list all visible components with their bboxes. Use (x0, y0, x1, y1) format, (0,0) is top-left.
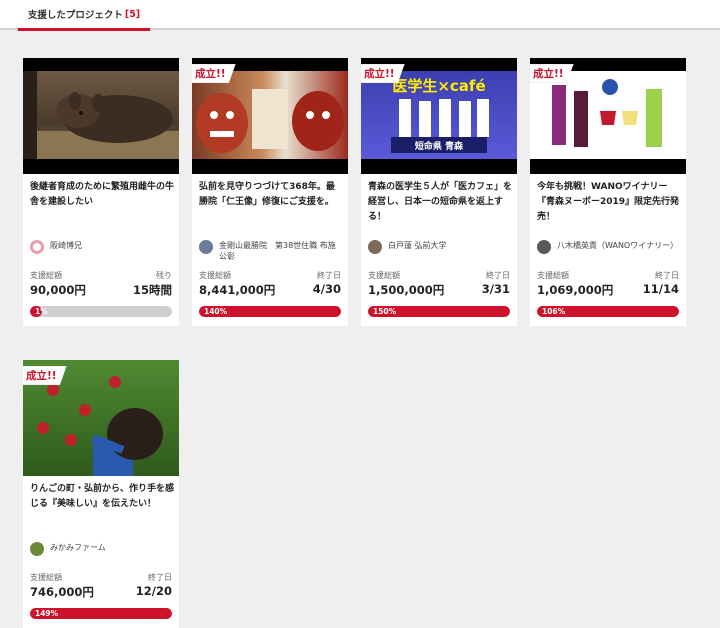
progress-fill: 149% (30, 608, 172, 619)
tab-label: 支援したプロジェクト (27, 10, 123, 21)
project-stats: 支援総額 1,500,000円 終了日 3/31 (368, 270, 510, 298)
project-thumbnail[interactable] (23, 58, 179, 174)
project-thumbnail[interactable]: 成立!! (23, 360, 179, 476)
project-title[interactable]: 弘前を見守りつづけて368年。最勝院「仁王像」修復にご支援を。 (199, 180, 343, 210)
project-card[interactable]: 成立!! りんごの町・弘前から、作り手を感じる『美味しい』を伝えたい！ みかみフ… (23, 360, 179, 628)
tab-supported-projects[interactable]: 支援したプロジェクト [5] (18, 0, 150, 31)
project-thumbnail[interactable]: 成立!! (192, 58, 348, 174)
progress-fill: 1% (30, 306, 48, 317)
progress-bar: 149% (30, 608, 172, 619)
medical-students-image: 医学生×café 短命県 青森 (391, 77, 489, 153)
end-date-label: 終了日 (148, 573, 172, 582)
success-badge: 成立!! (192, 64, 236, 83)
project-card[interactable]: 成立!! 今年も挑戦！WANOワイナリー『青森ヌーボー2019』限定先行発売！ … (530, 58, 686, 326)
project-owner: みかみファーム (30, 542, 174, 556)
project-owner: 阪崎博兄 (30, 240, 174, 254)
wine-bottles-image (552, 79, 662, 147)
progress-fill: 106% (537, 306, 679, 317)
owner-avatar (199, 240, 213, 254)
owner-name: 金剛山最勝院 第38世住職 布施公彰 (219, 241, 336, 261)
owner-avatar (30, 240, 44, 254)
project-thumbnail[interactable]: 成立!! (530, 58, 686, 174)
progress-fill: 150% (368, 306, 510, 317)
progress-label: 149% (35, 609, 59, 618)
project-title[interactable]: 今年も挑戦！WANOワイナリー『青森ヌーボー2019』限定先行発売！ (537, 180, 681, 225)
success-badge: 成立!! (530, 64, 574, 83)
owner-avatar (537, 240, 551, 254)
owner-name: 八木橋英貴（WANOワイナリー） (557, 241, 679, 250)
project-stats: 支援総額 90,000円 残り 15時間 (30, 270, 172, 298)
project-card[interactable]: 後継者育成のために繁殖用雌牛の牛舎を建設したい 阪崎博兄 支援総額 90,000… (23, 58, 179, 326)
end-date-label: 終了日 (655, 271, 679, 280)
nio-statue-image (196, 89, 344, 153)
thumb-headline: 医学生×café (392, 77, 485, 95)
project-title[interactable]: 青森の医学生５人が「医カフェ」を経営し、日本一の短命県を返上する！ (368, 180, 512, 225)
success-badge: 成立!! (361, 64, 405, 83)
end-date-value: 4/30 (312, 282, 341, 296)
progress-label: 150% (373, 307, 397, 316)
progress-bar: 1% (30, 306, 172, 317)
project-owner: 金剛山最勝院 第38世住職 布施公彰 (199, 240, 343, 262)
progress-label: 1% (35, 307, 48, 316)
progress-label: 140% (204, 307, 228, 316)
progress-bar: 106% (537, 306, 679, 317)
end-date-label: 終了日 (486, 271, 510, 280)
progress-label: 106% (542, 307, 566, 316)
project-title[interactable]: りんごの町・弘前から、作り手を感じる『美味しい』を伝えたい！ (30, 482, 174, 512)
tab-count: [5] (124, 8, 141, 20)
tab-bar: 支援したプロジェクト [5] (0, 0, 720, 31)
project-thumbnail[interactable]: 医学生×café 短命県 青森 成立!! (361, 58, 517, 174)
project-owner: 八木橋英貴（WANOワイナリー） (537, 240, 681, 254)
cow-image (23, 71, 179, 159)
progress-fill: 140% (199, 306, 341, 317)
project-stats: 支援総額 8,441,000円 終了日 4/30 (199, 270, 341, 298)
owner-name: みかみファーム (50, 543, 106, 552)
owner-name: 阪崎博兄 (50, 241, 82, 250)
progress-bar: 150% (368, 306, 510, 317)
success-badge: 成立!! (23, 366, 67, 385)
project-title[interactable]: 後継者育成のために繁殖用雌牛の牛舎を建設したい (30, 180, 174, 210)
end-date-value: 11/14 (642, 282, 679, 296)
owner-avatar (368, 240, 382, 254)
owner-avatar (30, 542, 44, 556)
end-date-value: 3/31 (481, 282, 510, 296)
progress-bar: 140% (199, 306, 341, 317)
project-stats: 支援総額 746,000円 終了日 12/20 (30, 572, 172, 600)
remaining-label: 残り (156, 271, 172, 280)
end-date-label: 終了日 (317, 271, 341, 280)
thumb-subtext: 短命県 青森 (415, 140, 464, 152)
project-card[interactable]: 医学生×café 短命県 青森 成立!! 青森の医学生５人が「医カフェ」を経営し… (361, 58, 517, 326)
remaining-value: 15時間 (132, 283, 172, 297)
end-date-value: 12/20 (135, 584, 172, 598)
project-stats: 支援総額 1,069,000円 終了日 11/14 (537, 270, 679, 298)
owner-name: 白戸蓮 弘前大学 (388, 241, 447, 250)
project-owner: 白戸蓮 弘前大学 (368, 240, 512, 254)
project-card[interactable]: 成立!! 弘前を見守りつづけて368年。最勝院「仁王像」修復にご支援を。 金剛山… (192, 58, 348, 326)
